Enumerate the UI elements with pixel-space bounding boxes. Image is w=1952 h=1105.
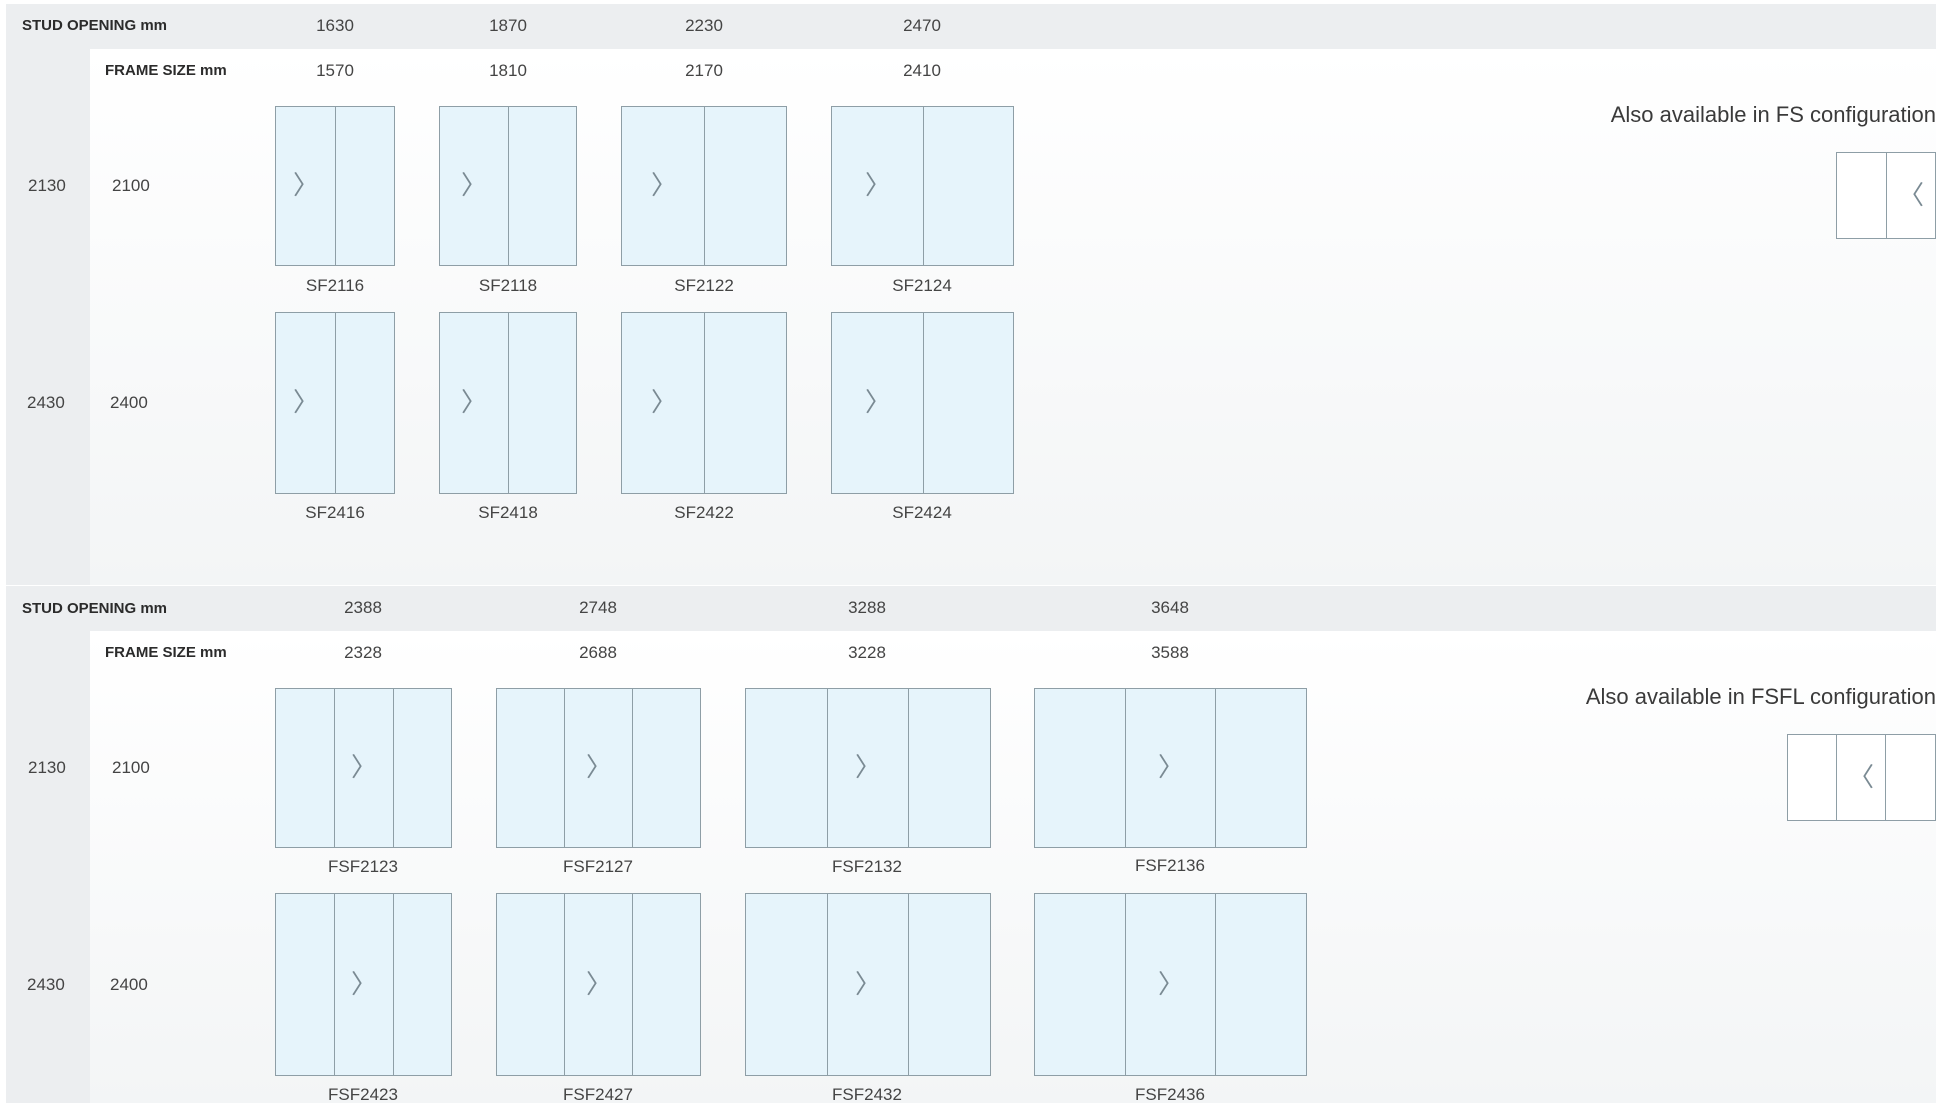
left-column-1 [6, 49, 90, 585]
frame-size-header: FRAME SIZE mm [105, 644, 227, 661]
row-frame-height: 2400 [110, 393, 148, 412]
stud-opening-header: STUD OPENING mm [22, 17, 168, 34]
chevron-right-icon: 〉 [585, 970, 613, 1000]
row-stud-height: 2430 [27, 975, 65, 994]
stud-opening-value: 2230 [685, 16, 723, 35]
stud-opening-value: 2748 [579, 598, 617, 617]
chevron-right-icon: 〉 [585, 753, 613, 783]
chevron-right-icon: 〉 [854, 753, 882, 783]
model-code: FSF2436 [1135, 1085, 1205, 1104]
stud-opening-bar-2 [6, 586, 1936, 631]
door-diagram-sf2416: 〉 [275, 312, 395, 494]
row-stud-height: 2130 [28, 176, 66, 195]
door-diagram-fsf2436: 〉 [1034, 893, 1307, 1076]
chevron-right-icon: 〉 [650, 388, 678, 418]
frame-size-value: 3228 [848, 643, 886, 662]
door-diagram-fsf2427: 〉 [496, 893, 701, 1076]
model-code: SF2116 [305, 276, 365, 295]
door-diagram-fsf2132: 〉 [745, 688, 991, 848]
chevron-right-icon: 〉 [1157, 970, 1185, 1000]
stud-opening-value: 3648 [1151, 598, 1189, 617]
row-frame-height: 2100 [112, 176, 150, 195]
stud-opening-value: 2388 [344, 598, 382, 617]
frame-size-value: 2410 [903, 61, 941, 80]
row-stud-height: 2130 [28, 758, 66, 777]
chevron-right-icon: 〉 [854, 970, 882, 1000]
row-frame-height: 2100 [112, 758, 150, 777]
alt-configuration-note: Also available in FSFL configuration [1585, 684, 1936, 709]
model-code: SF2422 [674, 503, 734, 522]
stud-opening-header: STUD OPENING mm [22, 600, 168, 617]
frame-size-header: FRAME SIZE mm [105, 62, 227, 79]
stud-opening-value: 1630 [316, 16, 354, 35]
model-code: FSF2123 [328, 857, 398, 876]
chevron-right-icon: 〉 [864, 388, 892, 418]
stud-opening-bar-1 [6, 4, 1936, 49]
chevron-right-icon: 〉 [350, 753, 378, 783]
frame-size-value: 2328 [344, 643, 382, 662]
model-code: FSF2136 [1135, 856, 1205, 875]
door-diagram-fsf2123: 〉 [275, 688, 452, 848]
door-diagram-fsf2136: 〉 [1034, 688, 1307, 848]
chevron-right-icon: 〉 [650, 171, 678, 201]
door-diagram-sf2124: 〉 [831, 106, 1014, 266]
chevron-right-icon: 〉 [864, 171, 892, 201]
stud-opening-value: 1870 [489, 16, 527, 35]
chevron-left-icon: 〈 [1897, 181, 1925, 211]
door-diagram-fsf2432: 〉 [745, 893, 991, 1076]
frame-size-value: 1810 [489, 61, 527, 80]
chevron-right-icon: 〉 [460, 171, 488, 201]
door-diagram-fsf2423: 〉 [275, 893, 452, 1076]
model-code: SF2424 [892, 503, 952, 522]
row-stud-height: 2430 [27, 393, 65, 412]
door-diagram-fsf2127: 〉 [496, 688, 701, 848]
model-code: SF2122 [674, 276, 734, 295]
model-code: SF2118 [478, 276, 538, 295]
chevron-left-icon: 〈 [1847, 763, 1875, 793]
frame-size-value: 3588 [1151, 643, 1189, 662]
left-column-2 [6, 631, 90, 1103]
model-code: FSF2423 [328, 1085, 398, 1104]
fs-configuration-diagram: 〈 [1836, 152, 1936, 239]
door-diagram-sf2424: 〉 [831, 312, 1014, 494]
chevron-right-icon: 〉 [292, 171, 320, 201]
door-diagram-sf2418: 〉 [439, 312, 577, 494]
model-code: FSF2132 [832, 857, 902, 876]
model-code: FSF2432 [832, 1085, 902, 1104]
chevron-right-icon: 〉 [460, 388, 488, 418]
model-code: FSF2427 [563, 1085, 633, 1104]
model-code: SF2416 [305, 503, 365, 522]
chevron-right-icon: 〉 [1157, 753, 1185, 783]
model-code: FSF2127 [563, 857, 633, 876]
chevron-right-icon: 〉 [292, 388, 320, 418]
door-diagram-sf2118: 〉 [439, 106, 577, 266]
door-diagram-sf2122: 〉 [621, 106, 787, 266]
model-code: SF2418 [478, 503, 538, 522]
alt-configuration-note: Also available in FS configuration [1610, 102, 1936, 127]
fsfl-configuration-diagram: 〈 [1787, 734, 1936, 821]
frame-size-value: 2170 [685, 61, 723, 80]
stud-opening-value: 2470 [903, 16, 941, 35]
frame-size-value: 1570 [316, 61, 354, 80]
door-diagram-sf2422: 〉 [621, 312, 787, 494]
stud-opening-value: 3288 [848, 598, 886, 617]
frame-size-value: 2688 [579, 643, 617, 662]
door-diagram-sf2116: 〉 [275, 106, 395, 266]
row-frame-height: 2400 [110, 975, 148, 994]
model-code: SF2124 [892, 276, 952, 295]
chevron-right-icon: 〉 [350, 970, 378, 1000]
